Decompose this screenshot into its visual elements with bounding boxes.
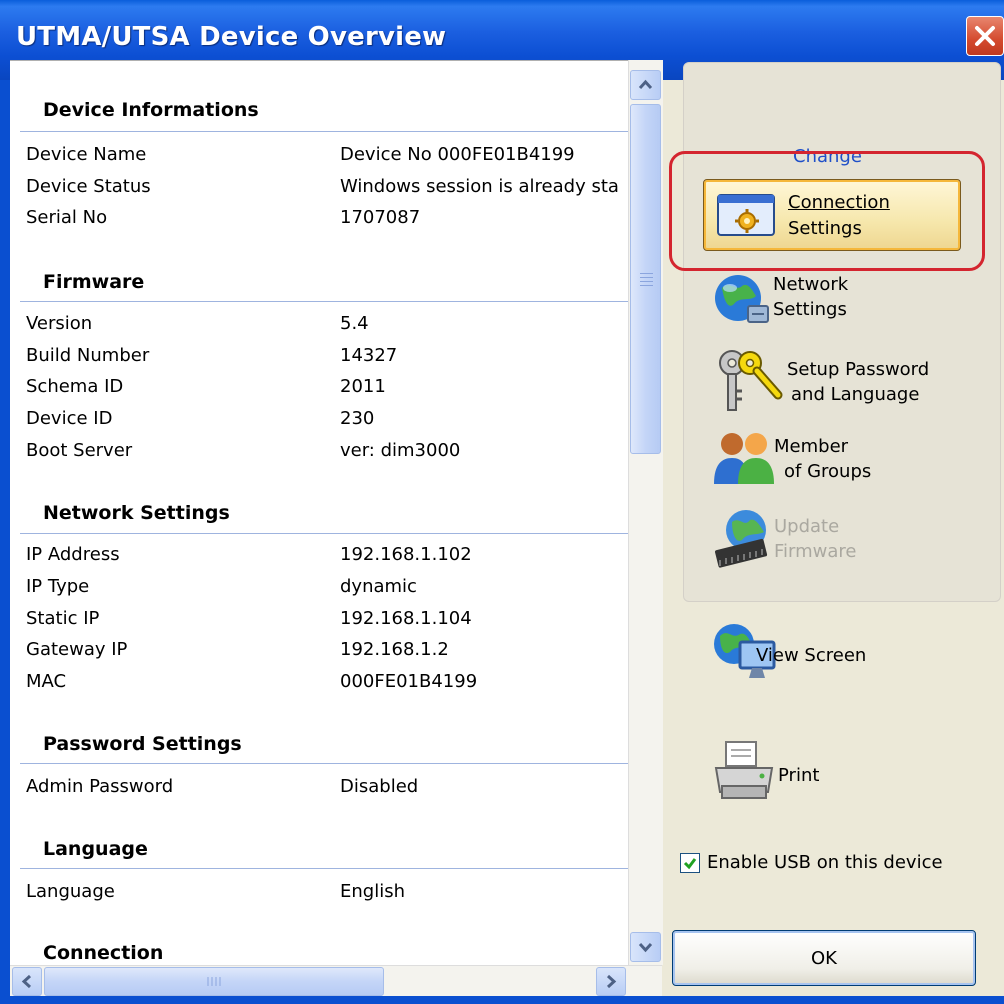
row-value: 192.168.1.104 [340,608,472,629]
row-label: Gateway IP [26,639,128,660]
label-line-2: and Language [791,384,920,405]
label-line-2: Firmware [774,541,857,562]
row-value: 230 [340,408,375,429]
print-label: Print [778,765,820,786]
section-divider [20,301,628,302]
chevron-right-icon [606,974,617,989]
scroll-up-button[interactable] [630,70,661,100]
label-line-1: Member [774,436,849,457]
row-value: dynamic [340,576,417,597]
row-label: Boot Server [26,440,133,461]
section-heading-device-info: Device Informations [43,99,259,121]
grip-line [640,281,653,282]
grip-line [640,273,653,274]
scroll-thumb[interactable] [44,967,384,996]
setup-password-label: Setup Password and Language [787,357,929,407]
annotation-highlight [669,151,985,271]
row-label: Serial No [26,207,108,228]
row-value: 5.4 [340,313,369,334]
member-of-groups-label: Member of Groups [774,434,871,484]
row-label: MAC [26,671,67,692]
row-label: Version [26,313,93,334]
vertical-scrollbar[interactable] [628,60,663,965]
checkmark-icon [683,858,697,870]
member-of-groups-button[interactable]: Member of Groups [712,430,982,490]
device-overview-window: UTMA/UTSA Device Overview Device Informa… [0,0,1004,1004]
update-firmware-label: Update Firmware [774,514,857,564]
view-screen-button[interactable]: View Screen [712,620,982,686]
row-label: Device Name [26,144,147,165]
chevron-left-icon [21,974,32,989]
label-line-2: Settings [773,299,847,320]
grip-line [640,285,653,286]
section-heading-firmware: Firmware [43,271,145,293]
row-value: Disabled [340,776,419,797]
row-value: 14327 [340,345,398,366]
chevron-up-icon [638,79,653,90]
device-info-panel: Device Informations Device Name Device N… [10,60,628,966]
row-value: Device No 000FE01B4199 [340,144,575,165]
users-group-icon [714,433,774,484]
window-frame-bottom [0,996,1004,1004]
row-value: 192.168.1.102 [340,544,472,565]
scroll-right-button[interactable] [596,967,626,996]
label-line-2: of Groups [784,461,872,482]
print-button[interactable]: Print [712,738,912,806]
section-heading-password: Password Settings [43,733,242,755]
ok-label: OK [811,948,837,969]
row-label: IP Type [26,576,90,597]
section-divider [20,763,628,764]
enable-usb-checkbox[interactable] [680,853,700,873]
globe-network-icon [715,275,769,323]
section-divider [20,533,628,534]
enable-usb-label[interactable]: Enable USB on this device [707,852,943,873]
horizontal-scrollbar[interactable] [10,965,662,997]
section-heading-network: Network Settings [43,502,230,524]
section-heading-language: Language [43,838,148,860]
window-frame-left [0,80,10,1004]
row-value: 000FE01B4199 [340,671,478,692]
row-value: ver: dim3000 [340,440,461,461]
grip-lines [207,977,221,986]
scroll-left-button[interactable] [12,967,42,996]
update-firmware-button[interactable]: Update Firmware [712,506,982,576]
row-label: Build Number [26,345,150,366]
row-value: 2011 [340,376,386,397]
row-label: IP Address [26,544,120,565]
section-heading-connection: Connection [43,942,164,964]
row-label: Device Status [26,176,151,197]
row-value: English [340,881,405,902]
grip-line [640,277,653,278]
row-label: Admin Password [26,776,174,797]
printer-icon [714,741,774,799]
label-line-1: Network [773,274,849,295]
row-value: Windows session is already sta [340,176,619,197]
network-settings-label: Network Settings [773,272,848,322]
ok-button[interactable]: OK [672,930,976,986]
label-line-1: Update [774,516,840,537]
window-title: UTMA/UTSA Device Overview [16,22,447,52]
scroll-thumb[interactable] [630,104,661,454]
scroll-down-button[interactable] [630,932,661,962]
row-label: Schema ID [26,376,124,397]
network-settings-button[interactable]: Network Settings [712,268,982,336]
chevron-down-icon [638,942,653,953]
row-label: Static IP [26,608,100,629]
view-screen-label: View Screen [756,645,867,666]
label-line-1: Setup Password [787,359,930,380]
row-value: 192.168.1.2 [340,639,449,660]
section-divider [20,131,628,132]
row-value: 1707087 [340,207,421,228]
keys-icon [719,350,783,411]
close-button[interactable] [966,16,1004,56]
section-divider [20,868,628,869]
setup-password-button[interactable]: Setup Password and Language [712,347,992,417]
chip-globe-icon [715,510,768,568]
row-label: Device ID [26,408,113,429]
close-icon [975,26,995,46]
row-label: Language [26,881,115,902]
